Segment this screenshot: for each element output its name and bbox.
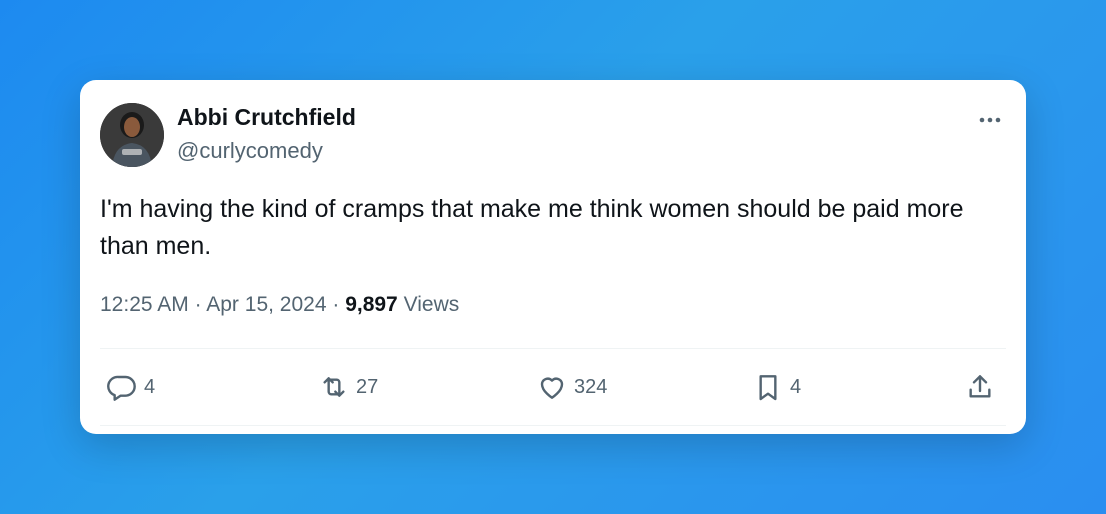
avatar-image bbox=[100, 103, 164, 167]
meta-separator: · bbox=[332, 293, 346, 316]
views-label: Views bbox=[403, 293, 460, 316]
like-count: 324 bbox=[574, 375, 608, 398]
avatar[interactable] bbox=[100, 103, 164, 167]
tweet-meta: 12:25 AM · Apr 15, 2024 · 9,897 Views bbox=[100, 293, 459, 317]
more-icon[interactable] bbox=[976, 110, 1004, 130]
reply-count: 4 bbox=[144, 375, 156, 398]
tweet-card: Abbi Crutchfield @curlycomedy I'm having… bbox=[80, 80, 1026, 434]
divider bbox=[100, 348, 1006, 349]
reply-button[interactable]: 4 bbox=[106, 370, 155, 404]
author-name[interactable]: Abbi Crutchfield bbox=[177, 104, 356, 131]
bookmark-count: 4 bbox=[790, 375, 802, 398]
tweet-text: I'm having the kind of cramps that make … bbox=[100, 195, 964, 260]
retweet-button[interactable]: 27 bbox=[318, 370, 378, 404]
reply-icon bbox=[107, 375, 136, 401]
divider bbox=[100, 425, 1006, 426]
tweet-date[interactable]: Apr 15, 2024 bbox=[206, 293, 326, 316]
share-button[interactable] bbox=[964, 370, 996, 404]
author-handle[interactable]: @curlycomedy bbox=[177, 138, 323, 164]
views-count: 9,897 bbox=[345, 293, 398, 316]
bookmark-icon bbox=[759, 375, 777, 401]
like-icon bbox=[540, 377, 564, 399]
retweet-icon bbox=[323, 377, 345, 397]
meta-separator: · bbox=[194, 293, 207, 316]
tweet-time[interactable]: 12:25 AM bbox=[100, 293, 189, 316]
like-button[interactable]: 324 bbox=[536, 370, 607, 404]
bookmark-button[interactable]: 4 bbox=[752, 370, 801, 404]
share-icon bbox=[969, 375, 991, 398]
retweet-count: 27 bbox=[356, 375, 379, 398]
